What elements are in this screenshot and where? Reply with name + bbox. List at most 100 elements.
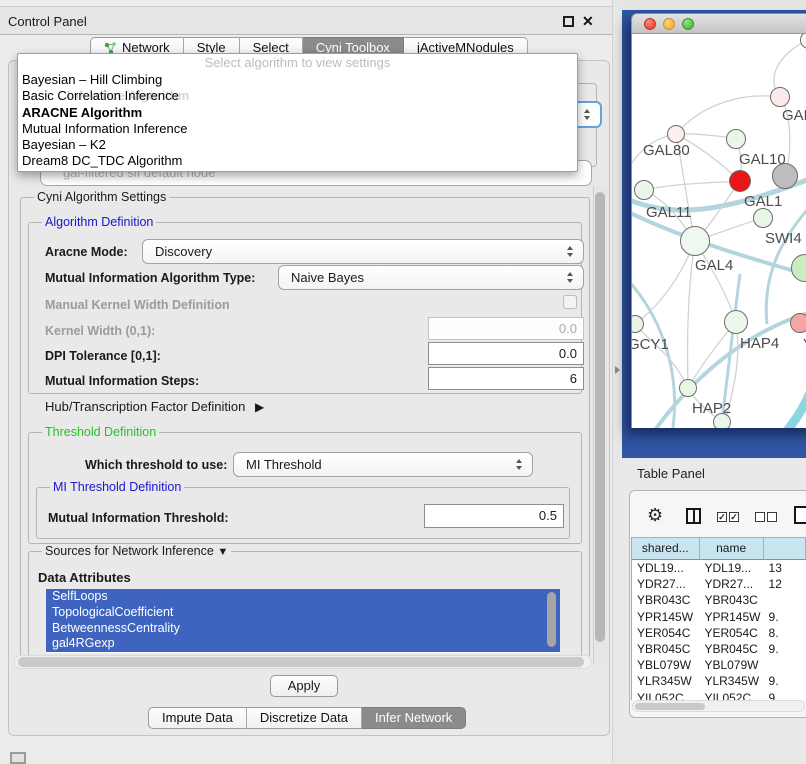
dpi-tolerance-field[interactable]: 0.0 [428, 342, 584, 365]
data-attribute-item[interactable]: SelfLoops [46, 589, 560, 605]
gear-icon[interactable]: ⚙ [647, 506, 663, 524]
algorithm-option[interactable]: Bayesian – Hill Climbing [18, 72, 577, 88]
mi-threshold-field[interactable]: 0.5 [424, 504, 564, 528]
network-node[interactable] [729, 170, 751, 192]
minimize-traffic-light[interactable] [663, 18, 675, 30]
network-node[interactable] [770, 87, 790, 107]
tab-infer-network[interactable]: Infer Network [362, 707, 466, 729]
split-columns-icon[interactable] [686, 508, 701, 524]
docked-panel-icon[interactable] [10, 752, 26, 764]
table-row[interactable]: YER054CYER054C8. [632, 625, 806, 641]
table-row[interactable]: YDR27...YDR27...12 [632, 576, 806, 592]
data-attribute-item[interactable]: gal4RGexp [46, 636, 560, 652]
algorithm-option[interactable]: Bayesian – K2 [18, 137, 577, 153]
table-cell[interactable]: YDL19... [632, 560, 699, 576]
kernel-width-field[interactable]: 0.0 [428, 317, 584, 340]
table-cell[interactable]: YBL079W [632, 657, 699, 673]
combo-spinner-icon [516, 459, 523, 471]
table-cell[interactable]: 8. [764, 625, 806, 641]
sources-toggle[interactable]: Sources for Network Inference ▼ [42, 544, 231, 558]
algorithm-option[interactable]: Mutual Information Inference [18, 121, 577, 137]
tab-impute-data[interactable]: Impute Data [148, 707, 247, 729]
algorithm-option[interactable]: ARACNE Algorithm [18, 105, 577, 121]
column-header-partial[interactable] [764, 537, 806, 560]
settings-hscroll-thumb[interactable] [18, 657, 584, 667]
table-cell[interactable]: 9. [764, 690, 806, 701]
select-all-checkbox-icon[interactable]: ✓ [729, 512, 739, 522]
which-threshold-combobox[interactable]: MI Threshold [233, 452, 533, 477]
close-icon[interactable]: ✕ [582, 12, 594, 30]
table-row[interactable]: YPR145WYPR145W9. [632, 609, 806, 625]
table-cell[interactable]: YLR345W [699, 673, 763, 689]
network-node[interactable] [679, 379, 697, 397]
mi-steps-label: Mutual Information Steps: [45, 374, 199, 388]
network-node[interactable] [634, 180, 654, 200]
table-row[interactable]: YBL079WYBL079W [632, 657, 806, 673]
network-node[interactable] [726, 129, 746, 149]
close-traffic-light[interactable] [644, 18, 656, 30]
table-cell[interactable]: YIL052C [699, 690, 763, 701]
table-row[interactable]: YLR345WYLR345W9. [632, 673, 806, 689]
table-row[interactable]: YBR043CYBR043C [632, 592, 806, 608]
panel-resize-handle[interactable] [615, 366, 620, 374]
table-cell[interactable]: YDR27... [632, 576, 699, 592]
new-table-icon[interactable] [794, 506, 806, 524]
manual-kernel-checkbox[interactable] [563, 295, 577, 309]
table-cell[interactable]: YIL052C [632, 690, 699, 701]
network-node[interactable] [667, 125, 685, 143]
table-row[interactable]: YBR045CYBR045C9. [632, 641, 806, 657]
table-cell[interactable] [764, 657, 806, 673]
table-cell[interactable]: 12 [764, 576, 806, 592]
table-cell[interactable]: YBR043C [699, 592, 763, 608]
table-cell[interactable]: YLR345W [632, 673, 699, 689]
aracne-mode-combobox[interactable]: Discovery [142, 239, 584, 264]
table-cell[interactable]: YER054C [699, 625, 763, 641]
network-node[interactable] [772, 163, 798, 189]
float-window-icon[interactable] [563, 16, 574, 27]
table-cell[interactable]: YBR045C [632, 641, 699, 657]
table-hscroll-track[interactable] [632, 700, 805, 712]
network-view-window[interactable]: GALGAL80GAL10GAL1GAL11SWI4GAL4GCY1HAP4YH… [631, 13, 806, 428]
attributes-list-scrollbar[interactable] [547, 592, 556, 647]
deselect-all-checkbox-icon[interactable] [767, 512, 777, 522]
algorithm-option[interactable]: Dream8 DC_TDC Algorithm [18, 153, 577, 169]
column-header-name[interactable]: name [700, 537, 764, 560]
table-cell[interactable]: YDL19... [699, 560, 763, 576]
table-cell[interactable]: YBR045C [699, 641, 763, 657]
table-cell[interactable]: YPR145W [699, 609, 763, 625]
mi-type-combobox[interactable]: Naive Bayes [278, 265, 584, 290]
table-cell[interactable]: 9. [764, 673, 806, 689]
data-attribute-item[interactable]: BetweennessCentrality [46, 621, 560, 637]
table-cell[interactable]: 9. [764, 609, 806, 625]
network-node[interactable] [713, 413, 731, 428]
split-pane-divider[interactable] [612, 0, 622, 762]
network-canvas[interactable]: GALGAL80GAL10GAL1GAL11SWI4GAL4GCY1HAP4YH… [631, 34, 806, 428]
table-row[interactable]: YIL052CYIL052C9. [632, 690, 806, 701]
table-cell[interactable] [764, 592, 806, 608]
network-window-titlebar[interactable] [631, 13, 806, 34]
table-cell[interactable]: YPR145W [632, 609, 699, 625]
table-cell[interactable]: YBL079W [699, 657, 763, 673]
table-cell[interactable]: 9. [764, 641, 806, 657]
table-cell[interactable]: YDR27... [699, 576, 763, 592]
tab-discretize-data[interactable]: Discretize Data [247, 707, 362, 729]
network-node[interactable] [680, 226, 710, 256]
table-cell[interactable]: YBR043C [632, 592, 699, 608]
table-row[interactable]: YDL19...YDL19...13 [632, 560, 806, 576]
data-attribute-item[interactable]: TopologicalCoefficient [46, 605, 560, 621]
mi-steps-field[interactable]: 6 [428, 367, 584, 390]
zoom-traffic-light[interactable] [682, 18, 694, 30]
apply-button[interactable]: Apply [270, 675, 338, 697]
data-attributes-list[interactable]: SelfLoopsTopologicalCoefficientBetweenne… [46, 589, 560, 653]
select-all-checkbox-icon[interactable]: ✓ [717, 512, 727, 522]
network-node[interactable] [724, 310, 748, 334]
hub-definition-toggle[interactable]: Hub/Transcription Factor Definition ▶ [45, 399, 264, 414]
deselect-all-checkbox-icon[interactable] [755, 512, 765, 522]
table-hscroll-thumb[interactable] [635, 703, 705, 710]
network-node[interactable] [790, 313, 806, 333]
settings-vscroll-thumb[interactable] [595, 192, 605, 642]
table-cell[interactable]: 13 [764, 560, 806, 576]
table-cell[interactable]: YER054C [632, 625, 699, 641]
column-header-shared-name[interactable]: shared... [632, 537, 700, 560]
network-node[interactable] [753, 208, 773, 228]
